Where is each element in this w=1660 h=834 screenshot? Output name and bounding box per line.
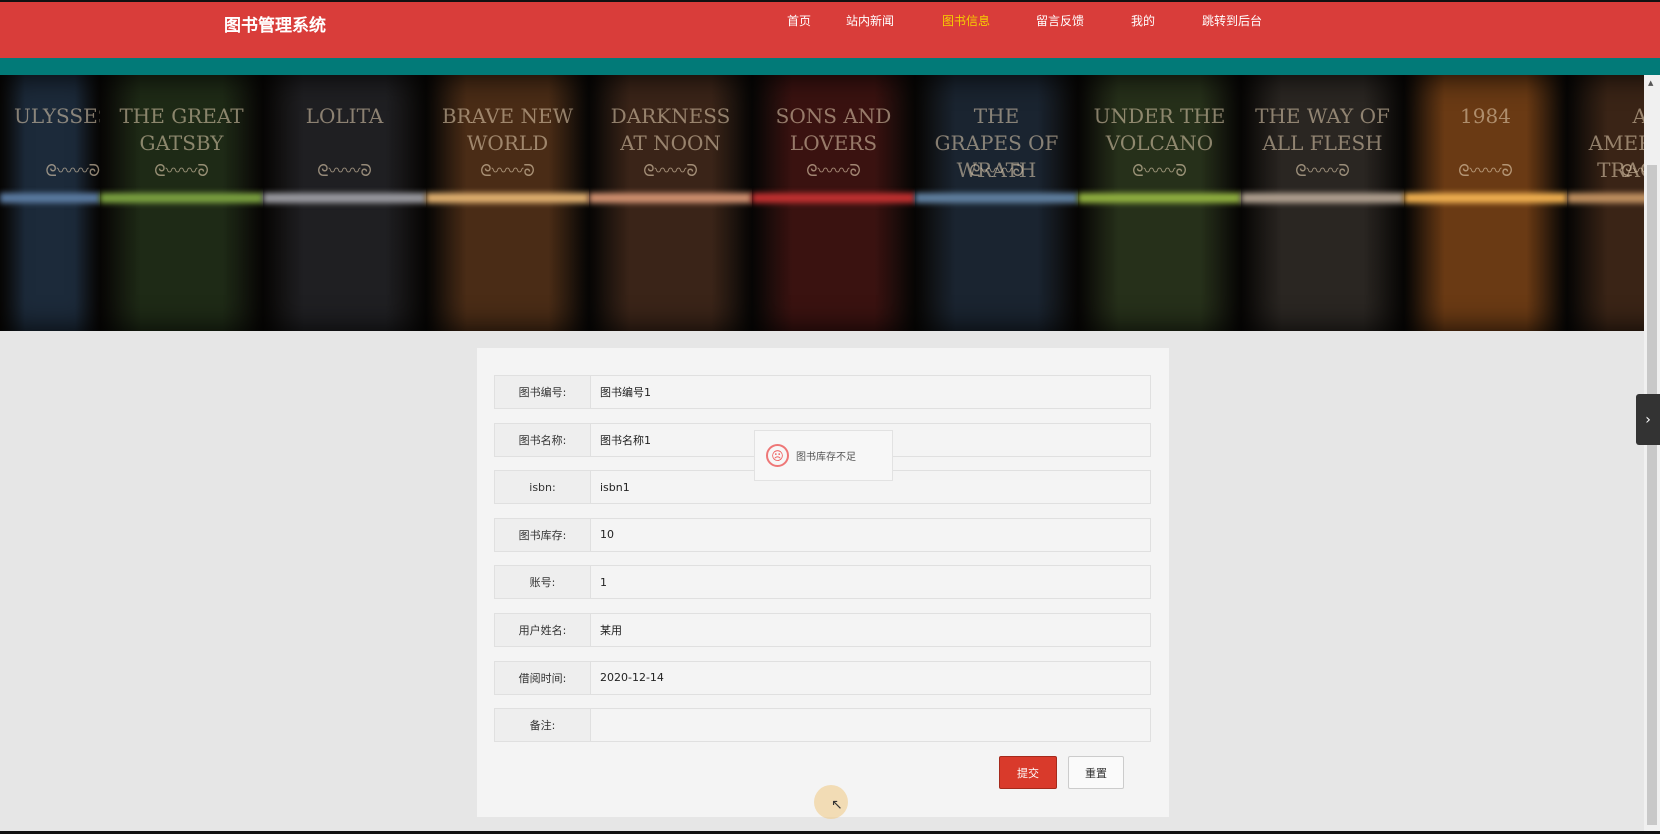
field-input[interactable]: 1 bbox=[591, 566, 1150, 599]
nav-admin[interactable]: 跳转到后台 bbox=[1202, 12, 1262, 29]
field-label: 账号: bbox=[495, 566, 591, 599]
spine-band bbox=[426, 193, 589, 203]
book-spine: THE WAY OF ALL FLESH ᘓ〰〰ᘐ bbox=[1241, 75, 1404, 331]
book-title: BRAVE NEW WORLD bbox=[441, 104, 574, 155]
ornament-icon: ᘓ〰〰ᘐ bbox=[806, 161, 861, 180]
book-spine: 1984 ᘓ〰〰ᘐ bbox=[1404, 75, 1567, 331]
book-title: UNDER THE VOLCANO bbox=[1093, 104, 1226, 155]
ornament-icon: ᘓ〰〰ᘐ bbox=[480, 161, 535, 180]
field-input[interactable]: 10 bbox=[591, 518, 1150, 551]
spine-band bbox=[1567, 193, 1644, 203]
nav-mine[interactable]: 我的 bbox=[1131, 12, 1155, 29]
ornament-icon: ᘓ〰〰ᘐ bbox=[45, 161, 100, 180]
top-header: 图书管理系统 首页 站内新闻 图书信息 留言反馈 我的 跳转到后台 bbox=[0, 2, 1660, 58]
book-title: ULYSSES bbox=[14, 104, 112, 128]
spine-band bbox=[0, 193, 100, 203]
field-label: isbn: bbox=[495, 471, 591, 504]
spine-band bbox=[263, 193, 426, 203]
nav-books[interactable]: 图书信息 bbox=[942, 12, 990, 29]
brand-title: 图书管理系统 bbox=[224, 16, 326, 36]
ornament-icon: ᘓ〰〰ᘐ bbox=[317, 161, 372, 180]
sad-face-icon: ☹ bbox=[766, 444, 789, 467]
ornament-icon: ᘓ〰〰ᘐ bbox=[1458, 161, 1513, 180]
field-label: 备注: bbox=[495, 709, 591, 742]
book-title: SONS AND LOVERS bbox=[775, 104, 892, 155]
field-label: 借阅时间: bbox=[495, 661, 591, 694]
field-input[interactable]: 某用 bbox=[591, 614, 1150, 646]
toast-message: ☹ 图书库存不足 bbox=[754, 430, 893, 481]
form-row: 借阅时间: 2020-12-14 bbox=[494, 660, 1151, 695]
field-label: 图书库存: bbox=[495, 518, 591, 551]
spine-band bbox=[1404, 193, 1567, 203]
nav-feedback[interactable]: 留言反馈 bbox=[1036, 12, 1084, 29]
book-spine: THE GREAT GATSBY ᘓ〰〰ᘐ bbox=[100, 75, 263, 331]
nav-home[interactable]: 首页 bbox=[787, 12, 811, 29]
spine-band bbox=[589, 193, 752, 203]
field-input[interactable] bbox=[591, 709, 1150, 742]
spine-band bbox=[1241, 193, 1404, 203]
banner-image: ULYSSES ᘓ〰〰ᘐ THE GREAT GATSBY ᘓ〰〰ᘐ LOLITA ᘓ〰〰… bbox=[0, 75, 1644, 331]
book-title: THE WAY OF ALL FLESH bbox=[1255, 104, 1390, 155]
book-title: LOLITA bbox=[305, 104, 384, 128]
spine-band bbox=[752, 193, 915, 203]
ornament-icon: ᘓ〰〰ᘐ bbox=[1295, 161, 1350, 180]
spine-band bbox=[1078, 193, 1241, 203]
book-spine: AN AMERICAN TRAGEDYᘓ〰〰ᘐ bbox=[1567, 75, 1644, 331]
toast-text: 图书库存不足 bbox=[796, 452, 856, 463]
ornament-icon: ᘓ〰〰ᘐ bbox=[1132, 161, 1187, 180]
book-spine: THE GRAPES OF WRATH ᘓ〰〰ᘐ bbox=[915, 75, 1078, 331]
ornament-icon: ᘓ〰〰ᘐ bbox=[154, 161, 209, 180]
form-row: 账号: 1 bbox=[494, 565, 1151, 600]
book-spine: LOLITA ᘓ〰〰ᘐ bbox=[263, 75, 426, 331]
form-row: 用户姓名: 某用 bbox=[494, 613, 1151, 647]
pointer-icon: ↖ bbox=[831, 797, 843, 813]
ornament-icon: ᘓ〰〰ᘐ bbox=[643, 161, 698, 180]
spine-band bbox=[915, 193, 1078, 203]
field-input[interactable]: 2020-12-14 bbox=[591, 661, 1150, 694]
book-spine: UNDER THE VOLCANO ᘓ〰〰ᘐ bbox=[1078, 75, 1241, 331]
spine-band bbox=[100, 193, 263, 203]
borrow-form: 提交 重置 图书编号: 图书编号1 图书名称: 图书名称1 isbn: isbn1 图书库存… bbox=[477, 348, 1169, 817]
chevron-right-icon: › bbox=[1645, 411, 1651, 428]
book-spine: SONS AND LOVERS ᘓ〰〰ᘐ bbox=[752, 75, 915, 331]
book-title: 1984 bbox=[1460, 104, 1511, 128]
side-expand-button[interactable]: › bbox=[1636, 394, 1660, 445]
header-strip bbox=[0, 58, 1660, 75]
submit-button[interactable]: 提交 bbox=[999, 756, 1057, 789]
scrollbar[interactable]: ▲ bbox=[1644, 75, 1660, 831]
nav-news[interactable]: 站内新闻 bbox=[846, 12, 894, 29]
ornament-icon: ᘓ〰〰ᘐ bbox=[969, 161, 1024, 180]
scroll-up-icon[interactable]: ▲ bbox=[1648, 79, 1653, 87]
book-title: DARKNESS AT NOON bbox=[610, 104, 731, 155]
field-input[interactable]: 图书编号1 bbox=[591, 376, 1150, 408]
book-spine: ULYSSES ᘓ〰〰ᘐ bbox=[0, 75, 112, 331]
form-row: 图书编号: 图书编号1 bbox=[494, 375, 1151, 409]
book-spine: DARKNESS AT NOON ᘓ〰〰ᘐ bbox=[589, 75, 752, 331]
book-spine: BRAVE NEW WORLD ᘓ〰〰ᘐ bbox=[426, 75, 589, 331]
field-label: 图书编号: bbox=[495, 376, 591, 408]
form-row: 备注: bbox=[494, 708, 1151, 743]
reset-button[interactable]: 重置 bbox=[1068, 756, 1124, 789]
scrollbar-thumb[interactable] bbox=[1647, 165, 1657, 825]
ornament-icon: ᘓ〰〰ᘐ bbox=[1621, 161, 1644, 180]
form-row: 图书库存: 10 bbox=[494, 517, 1151, 552]
mouse-cursor: ↖ bbox=[814, 785, 848, 819]
field-label: 用户姓名: bbox=[495, 614, 591, 646]
field-label: 图书名称: bbox=[495, 423, 591, 456]
book-title: THE GREAT GATSBY bbox=[119, 104, 244, 155]
